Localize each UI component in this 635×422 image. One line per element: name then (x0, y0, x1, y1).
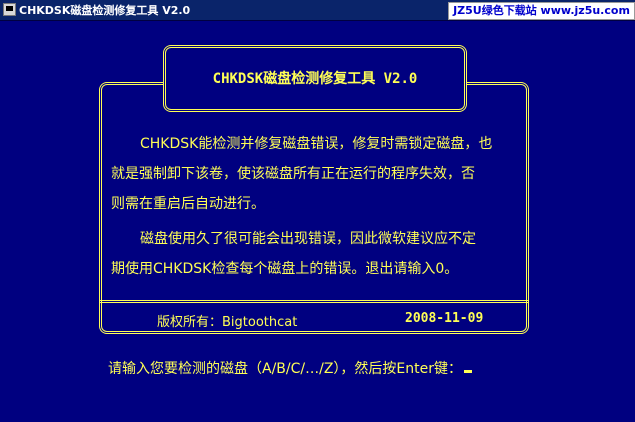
console-app-icon (3, 3, 16, 16)
banner-box: CHKDSK磁盘检测修复工具 V2.0 (163, 45, 467, 112)
title-bar[interactable]: CHKDSK磁盘检测修复工具 V2.0 JZ5U绿色下载站 www.jz5u.c… (0, 0, 635, 21)
description-paragraph-1: CHKDSK能检测并修复磁盘错误，修复时需锁定磁盘，也 就是强制卸下该卷，使该磁… (111, 129, 526, 219)
input-prompt[interactable]: 请输入您要检测的磁盘（A/B/C/…/Z），然后按Enter键： (108, 358, 472, 378)
description-line: CHKDSK能检测并修复磁盘错误，修复时需锁定磁盘，也 (140, 136, 493, 152)
copyright-text: 版权所有：Bigtoothcat (157, 315, 298, 330)
description-paragraph-2: 磁盘使用久了很可能会出现错误，因此微软建议应不定 期使用CHKDSK检查每个磁盘… (111, 224, 526, 284)
description-line: 磁盘使用久了很可能会出现错误，因此微软建议应不定 (140, 231, 476, 247)
footer-divider (99, 300, 529, 304)
release-date: 2008-11-09 (405, 311, 484, 326)
description-line: 就是强制卸下该卷，使该磁盘所有正在运行的程序失效，否 (111, 166, 475, 182)
watermark-banner: JZ5U绿色下载站 www.jz5u.com (448, 2, 635, 20)
text-cursor (464, 370, 472, 373)
window-title: CHKDSK磁盘检测修复工具 V2.0 (19, 4, 191, 17)
description-line: 则需在重启后自动进行。 (111, 196, 265, 212)
prompt-text: 请输入您要检测的磁盘（A/B/C/…/Z），然后按Enter键： (108, 361, 462, 377)
description-line: 期使用CHKDSK检查每个磁盘上的错误。退出请输入0。 (111, 261, 459, 277)
banner-title: CHKDSK磁盘检测修复工具 V2.0 (212, 71, 418, 87)
